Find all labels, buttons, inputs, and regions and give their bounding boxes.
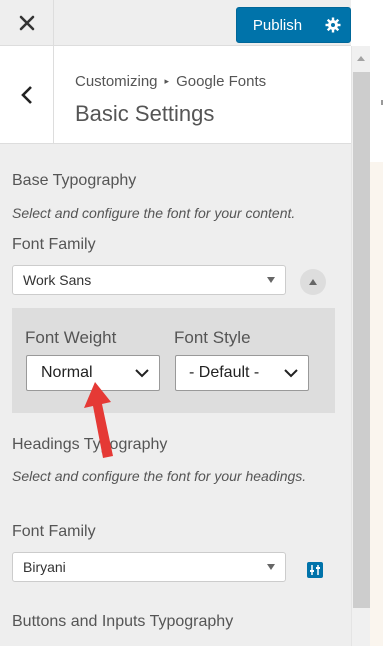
chevron-down-icon [135, 369, 149, 378]
headings-typography-description: Select and configure the font for your h… [12, 468, 307, 484]
panel-header: Customizing ▸ Google Fonts Basic Setting… [0, 46, 351, 144]
base-typography-description: Select and configure the font for your c… [12, 205, 296, 221]
breadcrumb-separator: ▸ [164, 76, 170, 86]
breadcrumb: Customizing ▸ Google Fonts [75, 73, 266, 90]
base-font-family-select[interactable]: Work Sans [12, 265, 286, 295]
caret-down-icon [267, 277, 275, 283]
annotation-arrow [84, 382, 113, 458]
publish-settings-button[interactable] [316, 8, 350, 42]
scroll-up-icon[interactable] [357, 56, 365, 61]
preview-edge [370, 34, 383, 162]
caret-down-icon [267, 564, 275, 570]
chevron-down-icon [284, 369, 298, 378]
preview-band [370, 162, 383, 646]
font-style-value: - Default - [189, 364, 260, 381]
controls-panel: Base Typography Select and configure the… [0, 144, 351, 646]
headings-font-family-select[interactable]: Biryani [12, 552, 286, 582]
close-button[interactable] [0, 0, 54, 46]
breadcrumb-parent: Customizing [75, 73, 158, 90]
expand-options-button[interactable] [307, 562, 323, 578]
close-icon [19, 15, 34, 31]
caret-up-icon [309, 279, 317, 285]
panel-scrollbar[interactable] [351, 46, 370, 646]
base-font-family-label: Font Family [12, 236, 96, 253]
font-weight-label: Font Weight [25, 328, 117, 347]
collapse-options-button[interactable] [300, 269, 326, 295]
chevron-left-icon [20, 85, 32, 104]
page-title: Basic Settings [75, 101, 215, 126]
back-button[interactable] [0, 46, 54, 143]
buttons-inputs-typography-title: Buttons and Inputs Typography [12, 613, 234, 630]
headings-font-family-value: Biryani [23, 559, 66, 575]
font-style-label: Font Style [174, 328, 251, 347]
publish-button[interactable]: Publish [237, 8, 316, 42]
base-typography-title: Base Typography [12, 172, 137, 189]
sliders-icon [310, 565, 320, 575]
scroll-thumb[interactable] [353, 72, 370, 608]
font-style-select[interactable]: - Default - [175, 355, 309, 391]
preview-top [370, 0, 383, 34]
breadcrumb-current: Google Fonts [176, 73, 267, 90]
gear-icon [325, 17, 341, 33]
publish-group: Publish [236, 7, 351, 43]
base-font-family-value: Work Sans [23, 272, 92, 288]
font-variant-options: Font Weight Font Style Normal - Default … [12, 308, 335, 413]
customizer-topbar: Publish [0, 0, 351, 46]
headings-font-family-label: Font Family [12, 523, 96, 540]
